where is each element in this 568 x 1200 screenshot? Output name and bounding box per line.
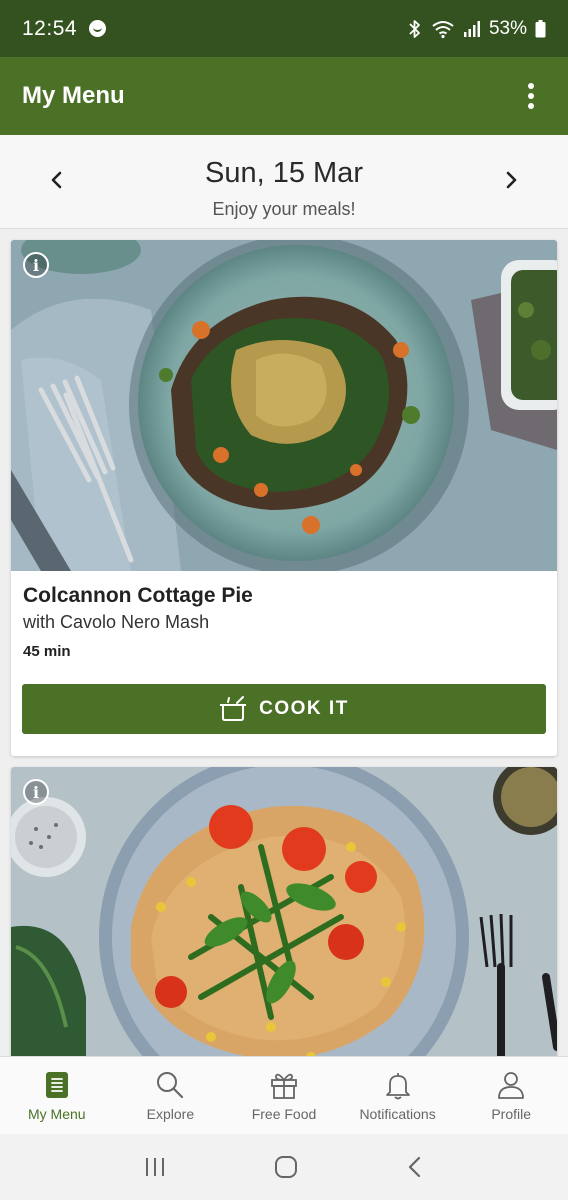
cook-it-label: COOK IT: [259, 698, 349, 719]
info-icon[interactable]: i: [23, 252, 49, 278]
nav-label-explore: Explore: [146, 1105, 195, 1122]
nav-item-notifications[interactable]: Notifications: [341, 1057, 455, 1134]
bell-icon: [385, 1072, 410, 1099]
cooking-pot-icon: [220, 696, 247, 721]
nav-item-profile[interactable]: Profile: [454, 1057, 568, 1134]
battery-icon: [535, 19, 546, 37]
selected-date: Sun, 15 Mar: [205, 157, 363, 189]
nav-item-explore[interactable]: Explore: [114, 1057, 228, 1134]
notification-icon: [89, 20, 107, 37]
status-bar: 12:54 53%: [0, 0, 568, 57]
wifi-icon: [432, 20, 454, 38]
person-icon: [498, 1071, 525, 1099]
recent-apps-icon[interactable]: [143, 1155, 167, 1179]
back-icon[interactable]: [405, 1155, 425, 1179]
nav-item-free-food[interactable]: Free Food: [227, 1057, 341, 1134]
more-options-icon[interactable]: [516, 76, 546, 116]
nav-item-my-menu[interactable]: My Menu: [0, 1057, 114, 1134]
next-day-button[interactable]: [496, 165, 526, 195]
chevron-right-icon: [506, 171, 517, 189]
info-icon[interactable]: i: [23, 779, 49, 805]
nav-label-free-food: Free Food: [251, 1105, 317, 1122]
bluetooth-icon: [409, 19, 420, 38]
nav-label-profile: Profile: [491, 1105, 532, 1122]
recipe-card[interactable]: i Colcannon Cottage Pie with Cavolo Nero…: [11, 240, 557, 756]
recipe-photo[interactable]: i: [11, 240, 557, 571]
recipe-card[interactable]: i: [11, 767, 557, 1067]
battery-percent: 53%: [488, 17, 527, 39]
gift-icon: [271, 1073, 297, 1099]
search-icon: [157, 1071, 184, 1098]
nav-label-notifications: Notifications: [359, 1105, 436, 1122]
status-indicators: 53%: [407, 18, 546, 40]
date-subtitle: Enjoy your meals!: [212, 199, 356, 219]
recipe-title[interactable]: Colcannon Cottage Pie: [23, 584, 253, 608]
home-icon[interactable]: [273, 1154, 299, 1180]
cook-it-button[interactable]: COOK IT: [22, 684, 546, 734]
date-header: Sun, 15 Mar Enjoy your meals!: [0, 135, 568, 229]
status-time: 12:54: [22, 16, 78, 40]
nav-label-my-menu: My Menu: [28, 1105, 86, 1122]
signal-icon: [463, 20, 480, 37]
recipe-subtitle: with Cavolo Nero Mash: [23, 612, 210, 632]
bottom-navigation: My Menu Explore Free Food Notifications …: [0, 1056, 568, 1134]
recipe-time: 45 min: [23, 643, 71, 660]
recipe-photo[interactable]: i: [11, 767, 557, 1067]
menu-list-icon: [45, 1071, 68, 1098]
system-navigation-bar: [0, 1134, 568, 1200]
app-bar: My Menu: [0, 57, 568, 135]
page-title: My Menu: [22, 82, 125, 109]
